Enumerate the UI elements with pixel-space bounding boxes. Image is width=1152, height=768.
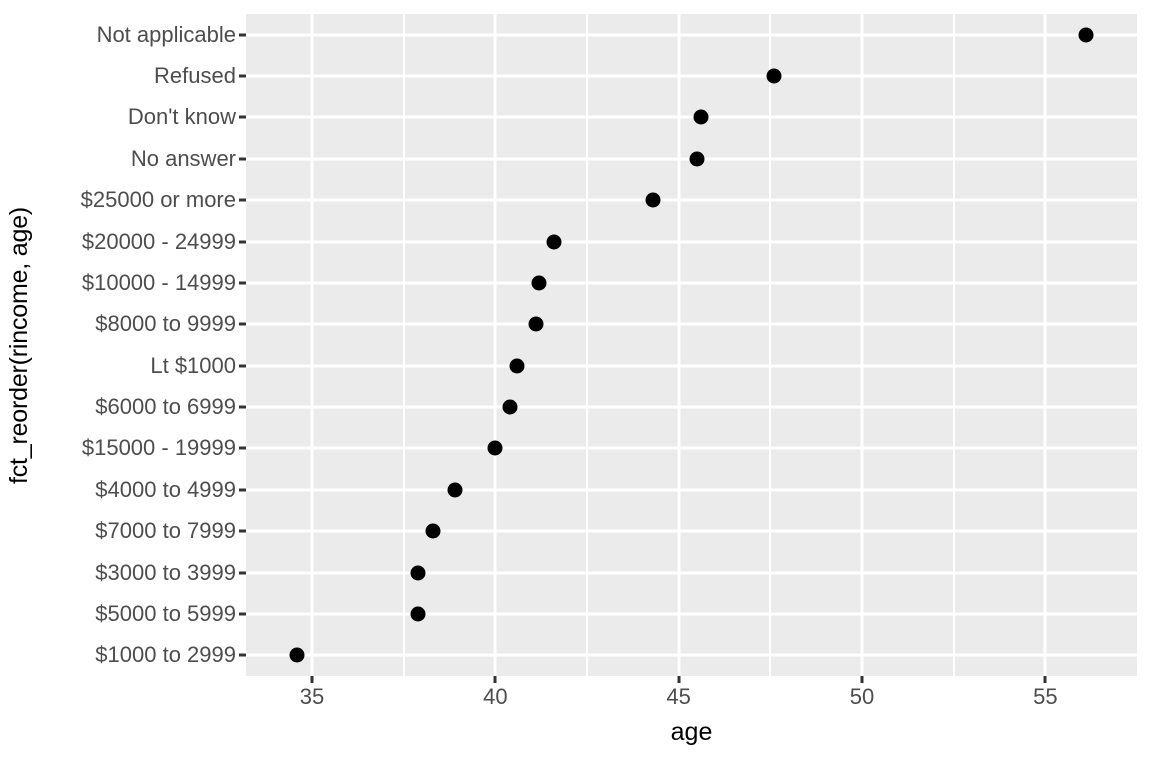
y-axis-title: fct_reorder(rincome, age) [0,0,40,690]
y-axis-tick-label: $10000 - 14999 [81,269,236,295]
y-axis-title-text: fct_reorder(rincome, age) [5,206,34,484]
y-axis-tick-mark [239,74,246,78]
gridline-major-horizontal [246,281,1137,285]
gridline-major-horizontal [246,571,1137,575]
y-axis-tick-mark [239,529,246,533]
y-axis-tick-label: $6000 to 6999 [95,394,236,420]
gridline-major-vertical [310,14,314,676]
x-axis-title: age [670,718,713,746]
gridline-minor-vertical [769,14,772,676]
y-axis-tick-label: $3000 to 3999 [95,559,236,585]
data-point [689,151,705,167]
y-axis-tick-label: $15000 - 19999 [81,435,236,461]
gridline-major-vertical [677,14,681,676]
gridline-major-horizontal [246,653,1137,657]
gridline-major-horizontal [246,488,1137,492]
x-axis-tick-marks [246,676,1137,683]
y-axis-tick-mark [239,322,246,326]
x-axis-tick-mark [310,676,314,683]
gridline-major-vertical [860,14,864,676]
gridline-major-vertical [493,14,497,676]
gridline-major-vertical [1043,14,1047,676]
data-point [546,234,562,250]
x-axis-tick-mark [860,676,864,683]
gridline-major-horizontal [246,529,1137,533]
data-point [528,316,544,332]
y-axis-tick-mark [239,115,246,119]
y-axis-tick-mark [239,198,246,202]
plot-panel [246,14,1137,676]
y-axis-tick-marks [239,14,246,676]
data-point [425,523,441,539]
y-axis-tick-label: Don't know [127,104,236,130]
data-point [447,482,463,498]
y-axis-tick-mark [239,653,246,657]
gridline-major-horizontal [246,198,1137,202]
data-point [289,647,305,663]
data-point [487,440,503,456]
gridline-minor-vertical [952,14,955,676]
y-axis-tick-label: $8000 to 9999 [95,311,236,337]
y-axis-tick-label: Lt $1000 [150,352,236,378]
y-axis-tick-label: $25000 or more [80,187,236,213]
x-axis-tick-mark [1043,676,1047,683]
y-axis-tick-label: No answer [130,145,236,171]
gridline-minor-vertical [402,14,405,676]
data-point [531,275,547,291]
data-point [509,358,525,374]
ggplot-scatter-chart: fct_reorder(rincome, age) Not applicable… [0,0,1152,768]
data-point [410,565,426,581]
y-axis-tick-mark [239,364,246,368]
gridline-major-horizontal [246,446,1137,450]
x-axis-tick-mark [677,676,681,683]
y-axis-tick-mark [239,157,246,161]
y-axis-tick-mark [239,281,246,285]
y-axis-tick-mark [239,405,246,409]
gridline-major-horizontal [246,115,1137,119]
x-axis-tick-label: 35 [299,684,325,709]
gridline-major-horizontal [246,364,1137,368]
gridline-major-horizontal [246,322,1137,326]
gridline-major-horizontal [246,33,1137,37]
y-axis-tick-mark [239,240,246,244]
y-axis-tick-mark [239,612,246,616]
y-axis-tick-mark [239,488,246,492]
gridline-major-horizontal [246,240,1137,244]
y-axis-tick-label: $5000 to 5999 [95,600,236,626]
data-point [766,68,782,84]
x-axis-tick-labels: 35 40 45 50 55 [246,686,1137,716]
data-point [693,109,709,125]
gridline-major-horizontal [246,405,1137,409]
gridline-minor-vertical [586,14,588,676]
data-point [502,399,518,415]
y-axis-tick-labels: Not applicable Refused Don't know No answer… [38,14,236,676]
y-axis-tick-mark [239,571,246,575]
x-axis-tick-label: 55 [1033,684,1058,709]
y-axis-tick-mark [239,446,246,450]
y-axis-tick-label: $7000 to 7999 [95,518,236,544]
x-axis-tick-mark [493,676,497,683]
y-axis-tick-label: $1000 to 2999 [95,642,236,668]
y-axis-tick-label: $20000 - 24999 [81,228,236,254]
gridline-major-horizontal [246,74,1137,78]
y-axis-tick-label: Refused [154,63,236,89]
x-axis-tick-label: 45 [666,684,691,709]
data-point [410,606,426,622]
y-axis-tick-mark [239,33,246,37]
data-point [1078,27,1094,43]
data-point [645,192,661,208]
x-axis-tick-label: 40 [483,684,508,709]
gridline-major-horizontal [246,612,1137,616]
y-axis-tick-label: Not applicable [96,21,236,47]
x-axis-tick-label: 50 [849,684,875,709]
y-axis-tick-label: $4000 to 4999 [95,476,236,502]
